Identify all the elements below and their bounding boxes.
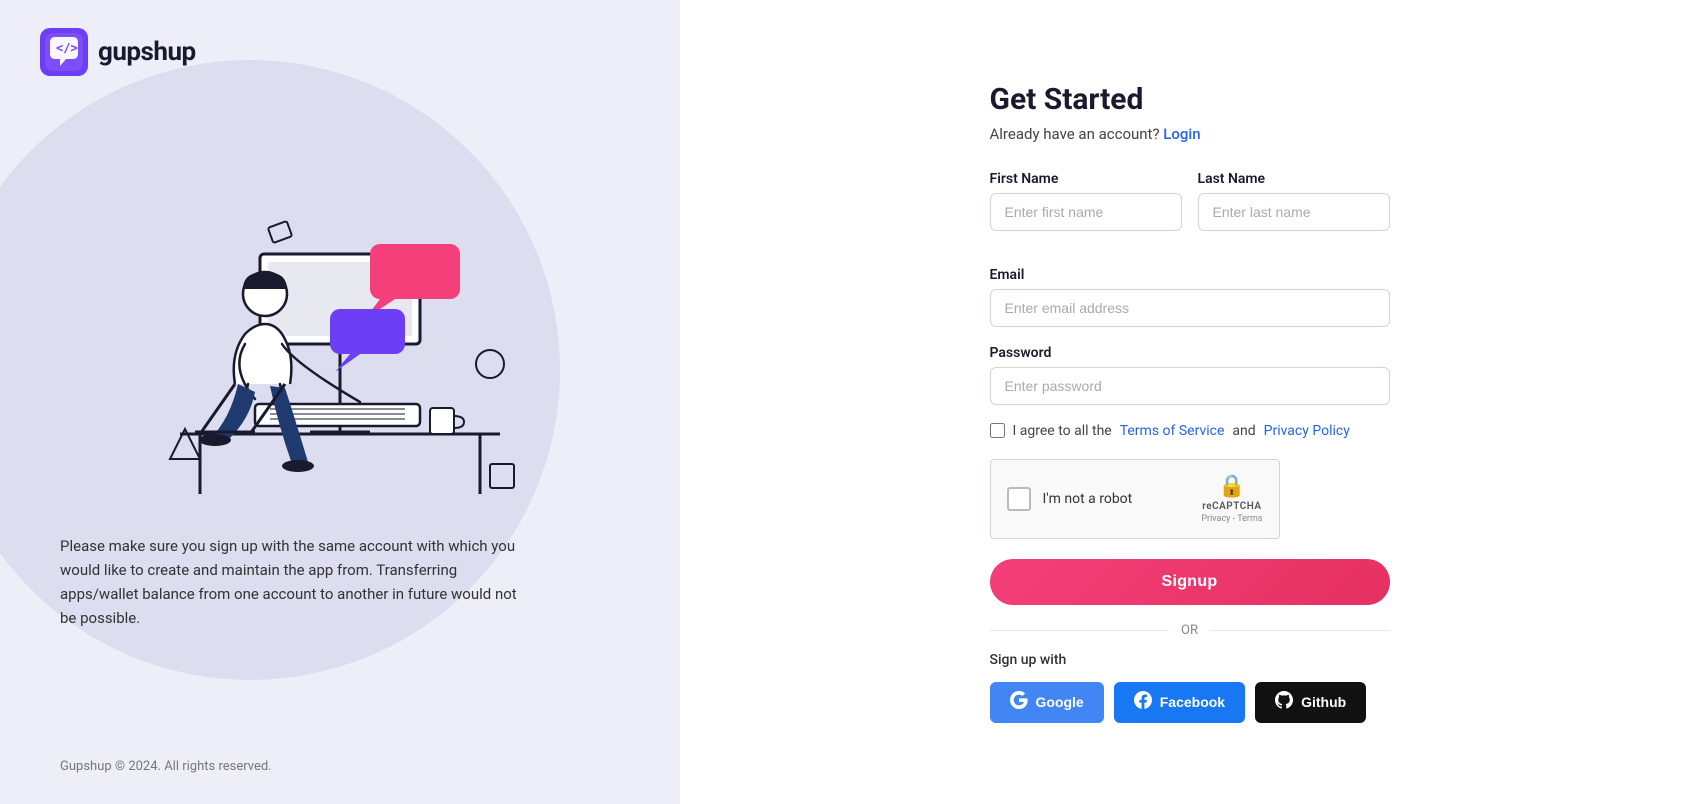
- login-link[interactable]: Login: [1163, 125, 1200, 143]
- github-label: Github: [1301, 694, 1346, 710]
- logo-text: gupshup: [98, 37, 196, 67]
- illustration-area: [0, 124, 680, 524]
- google-label: Google: [1036, 694, 1084, 710]
- recaptcha-links: Privacy - Terms: [1201, 514, 1262, 524]
- recaptcha-left: I'm not a robot: [1007, 487, 1133, 511]
- logo-icon: </>: [40, 28, 88, 76]
- page-title: Get Started: [990, 82, 1390, 117]
- recaptcha-right: 🔒 reCAPTCHA Privacy - Terms: [1201, 474, 1262, 524]
- email-input[interactable]: [990, 289, 1390, 327]
- or-line-left: [990, 630, 1170, 631]
- subtitle: Already have an account? Login: [990, 125, 1390, 143]
- illustration-svg: [100, 124, 580, 524]
- recaptcha-box[interactable]: I'm not a robot 🔒 reCAPTCHA Privacy - Te…: [990, 459, 1280, 539]
- recaptcha-label: I'm not a robot: [1043, 491, 1133, 507]
- terms-row: I agree to all the Terms of Service and …: [990, 423, 1390, 439]
- password-input[interactable]: [990, 367, 1390, 405]
- svg-text:</>: </>: [56, 41, 78, 55]
- terms-link[interactable]: Terms of Service: [1120, 423, 1225, 439]
- first-name-group: First Name: [990, 171, 1182, 231]
- or-divider: OR: [990, 623, 1390, 638]
- google-signup-button[interactable]: Google: [990, 682, 1104, 723]
- right-panel: Get Started Already have an account? Log…: [680, 0, 1699, 804]
- left-description: Please make sure you sign up with the sa…: [0, 524, 580, 630]
- or-line-right: [1210, 630, 1390, 631]
- recaptcha-checkbox[interactable]: [1007, 487, 1031, 511]
- terms-prefix: I agree to all the: [1013, 423, 1112, 439]
- first-name-input[interactable]: [990, 193, 1182, 231]
- facebook-icon: [1134, 691, 1152, 714]
- last-name-input[interactable]: [1198, 193, 1390, 231]
- password-group: Password: [990, 345, 1390, 405]
- github-signup-button[interactable]: Github: [1255, 682, 1366, 723]
- terms-checkbox[interactable]: [990, 423, 1005, 438]
- first-name-label: First Name: [990, 171, 1182, 187]
- google-icon: [1010, 691, 1028, 714]
- left-panel: </> gupshup: [0, 0, 680, 804]
- subtitle-text: Already have an account?: [990, 125, 1160, 143]
- or-text: OR: [1181, 623, 1198, 638]
- last-name-label: Last Name: [1198, 171, 1390, 187]
- recaptcha-logo-icon: 🔒: [1218, 474, 1245, 499]
- privacy-link[interactable]: Privacy Policy: [1264, 423, 1350, 439]
- last-name-group: Last Name: [1198, 171, 1390, 231]
- email-label: Email: [990, 267, 1390, 283]
- name-row: First Name Last Name: [990, 171, 1390, 249]
- facebook-signup-button[interactable]: Facebook: [1114, 682, 1245, 723]
- facebook-label: Facebook: [1160, 694, 1225, 710]
- email-group: Email: [990, 267, 1390, 327]
- terms-and: and: [1232, 423, 1255, 439]
- password-label: Password: [990, 345, 1390, 361]
- logo-area: </> gupshup: [0, 0, 236, 104]
- social-buttons: Google Facebook: [990, 682, 1390, 723]
- signup-button[interactable]: Signup: [990, 559, 1390, 605]
- footer-text: Gupshup © 2024. All rights reserved.: [60, 759, 272, 774]
- github-icon: [1275, 691, 1293, 714]
- recaptcha-brand: reCAPTCHA: [1202, 501, 1261, 512]
- sign-up-with-label: Sign up with: [990, 652, 1390, 668]
- form-container: Get Started Already have an account? Log…: [990, 82, 1390, 723]
